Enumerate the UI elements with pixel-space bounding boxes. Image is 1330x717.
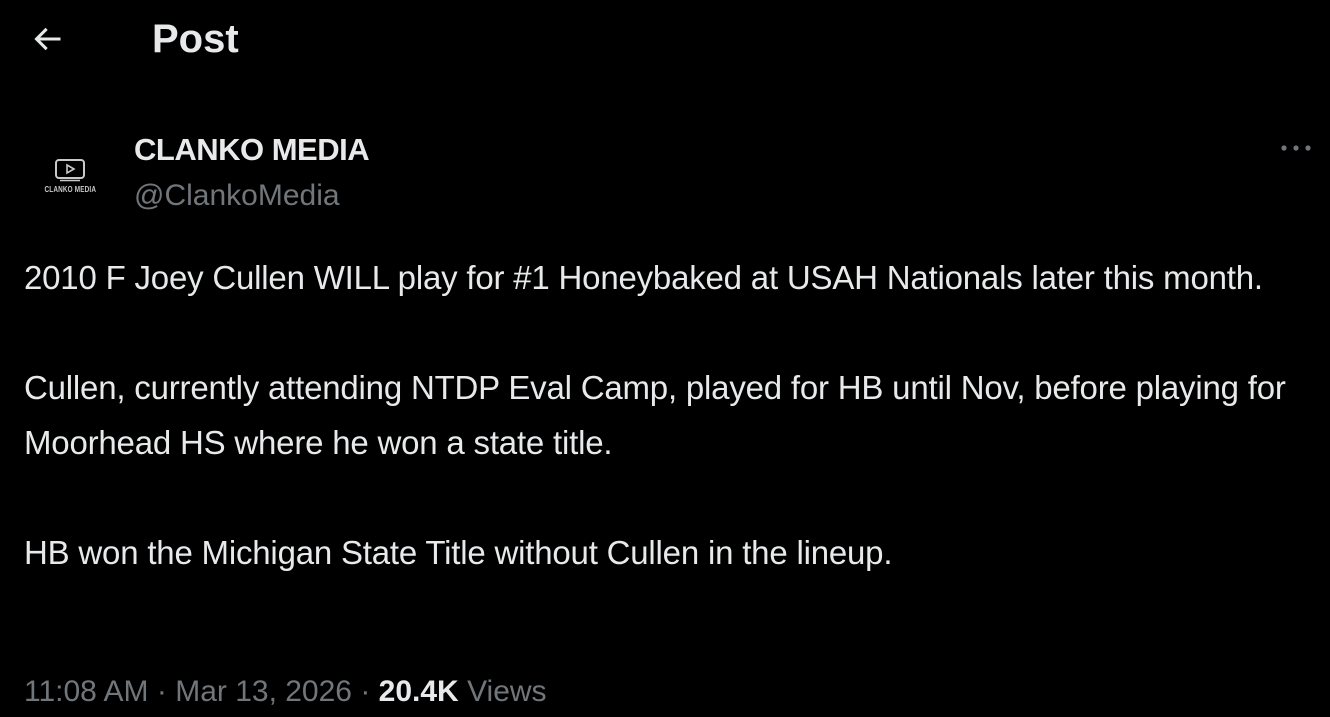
tweet-date[interactable]: Mar 13, 2026 xyxy=(175,675,352,708)
author-handle[interactable]: @ClankoMedia xyxy=(134,176,340,216)
views-label: Views xyxy=(467,675,547,708)
avatar-logo-text: CLANKO MEDIA xyxy=(44,185,96,194)
tweet-paragraph: HB won the Michigan State Title without … xyxy=(24,534,893,571)
more-horizontal-icon xyxy=(1281,145,1311,151)
views-count: 20.4K xyxy=(378,675,459,708)
tweet-metadata: 11:08 AM · Mar 13, 2026 · 20.4K Views xyxy=(24,671,547,713)
page-title: Post xyxy=(152,17,239,61)
video-play-icon xyxy=(55,159,85,182)
page-header: Post xyxy=(0,0,1330,80)
back-button[interactable] xyxy=(22,17,72,61)
author-display-name[interactable]: CLANKO MEDIA xyxy=(134,130,370,170)
more-options-button[interactable] xyxy=(1272,132,1320,164)
tweet-paragraph: Cullen, currently attending NTDP Eval Ca… xyxy=(24,369,1286,461)
meta-separator: · xyxy=(148,675,176,708)
arrow-left-icon xyxy=(34,27,61,51)
tweet-time[interactable]: 11:08 AM xyxy=(24,675,149,708)
avatar[interactable]: CLANKO MEDIA xyxy=(32,138,108,214)
meta-separator: · xyxy=(351,675,379,708)
tweet-paragraph: 2010 F Joey Cullen WILL play for #1 Hone… xyxy=(24,259,1263,296)
tweet-text: 2010 F Joey Cullen WILL play for #1 Hone… xyxy=(24,250,1319,580)
